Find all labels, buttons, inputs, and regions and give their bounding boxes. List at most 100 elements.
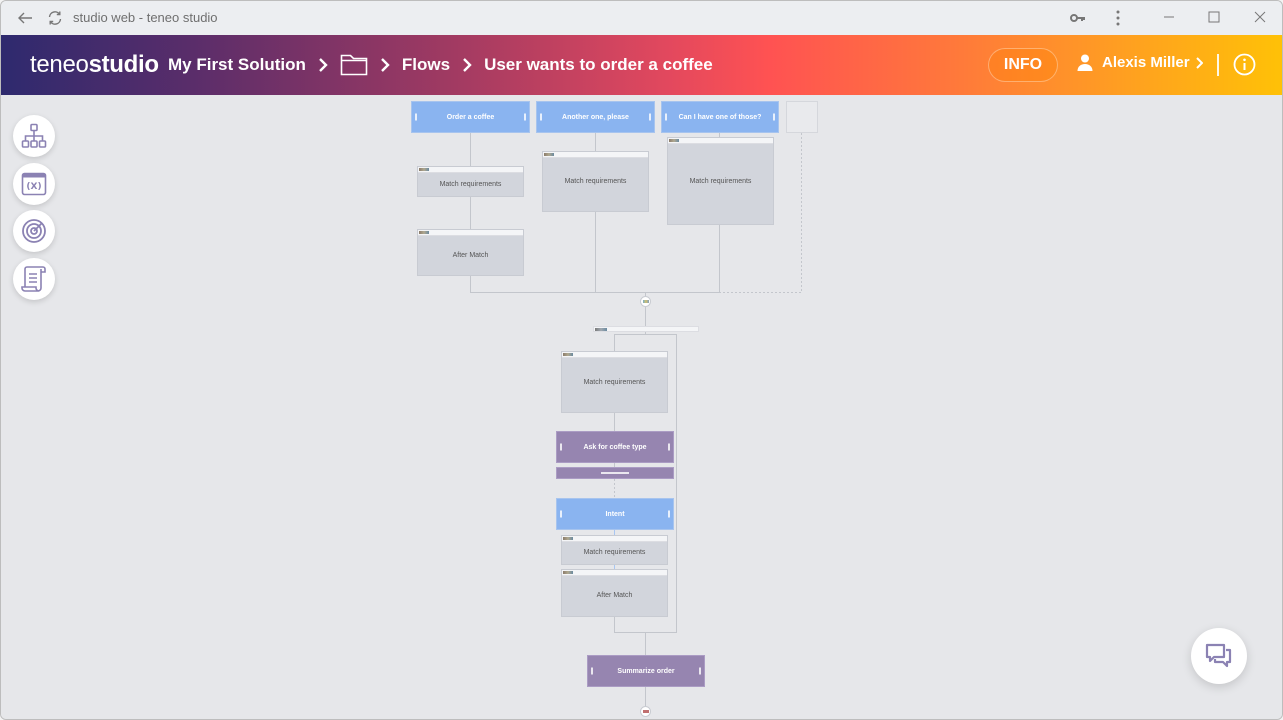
chat-button[interactable] bbox=[1191, 628, 1247, 684]
flow-end-node[interactable] bbox=[640, 706, 651, 717]
reload-icon bbox=[48, 11, 62, 25]
drag-handle[interactable] bbox=[699, 667, 701, 675]
breadcrumb-solution[interactable]: My First Solution bbox=[168, 55, 306, 75]
box-tag bbox=[563, 537, 573, 540]
back-button[interactable] bbox=[14, 7, 36, 29]
after-match-box[interactable]: After Match bbox=[561, 569, 668, 617]
box-tag bbox=[563, 353, 573, 356]
connector-line bbox=[614, 332, 646, 351]
drag-handle[interactable] bbox=[540, 113, 542, 121]
minimize-button[interactable] bbox=[1158, 6, 1180, 28]
user-input-label bbox=[601, 472, 629, 474]
teneo-studio-logo[interactable]: teneostudio bbox=[30, 51, 159, 79]
app-header: teneostudio My First Solution Flows User… bbox=[1, 35, 1282, 95]
about-button[interactable] bbox=[1233, 53, 1256, 81]
drag-handle[interactable] bbox=[591, 667, 593, 675]
box-header bbox=[562, 352, 667, 358]
more-vertical-icon bbox=[1116, 10, 1120, 26]
output-node[interactable]: Summarize order bbox=[587, 655, 705, 687]
breadcrumb-current-flow[interactable]: User wants to order a coffee bbox=[484, 55, 713, 75]
drag-handle[interactable] bbox=[665, 113, 667, 121]
drag-handle[interactable] bbox=[560, 443, 562, 451]
key-button[interactable] bbox=[1067, 7, 1089, 29]
user-name: Alexis Miller bbox=[1102, 54, 1190, 71]
output-label: Summarize order bbox=[617, 667, 675, 675]
flow-canvas[interactable]: (X) Order a coffee Another one, please C… bbox=[1, 95, 1282, 719]
box-header bbox=[418, 230, 523, 236]
drag-handle[interactable] bbox=[524, 113, 526, 121]
box-label: Match requirements bbox=[689, 177, 752, 185]
user-icon bbox=[1077, 54, 1093, 71]
reload-button[interactable] bbox=[44, 7, 66, 29]
chevron-right-icon bbox=[318, 57, 328, 73]
transition-node[interactable] bbox=[593, 326, 699, 332]
trigger-node[interactable]: Another one, please bbox=[536, 101, 655, 133]
match-requirements-box[interactable]: Match requirements bbox=[561, 535, 668, 565]
intent-label: Intent bbox=[605, 510, 625, 518]
sidebar-scripts-button[interactable] bbox=[13, 258, 55, 300]
trigger-label: Order a coffee bbox=[446, 113, 495, 121]
box-tag bbox=[419, 168, 429, 171]
maximize-icon bbox=[1208, 11, 1220, 23]
chevron-right-icon bbox=[462, 57, 472, 73]
after-match-box[interactable]: After Match bbox=[417, 229, 524, 276]
box-label: Match requirements bbox=[439, 180, 502, 188]
output-label: Ask for coffee type bbox=[583, 443, 647, 451]
flow-start-node[interactable] bbox=[640, 296, 651, 307]
add-trigger-placeholder[interactable] bbox=[786, 101, 818, 133]
chat-bubbles-icon bbox=[1205, 643, 1232, 668]
script-scroll-icon bbox=[21, 266, 46, 292]
match-requirements-box[interactable]: Match requirements bbox=[561, 351, 668, 413]
drag-handle[interactable] bbox=[773, 113, 775, 121]
box-label: After Match bbox=[596, 592, 633, 599]
target-icon bbox=[22, 219, 46, 243]
browser-title: studio web - teneo studio bbox=[73, 10, 218, 25]
drag-handle[interactable] bbox=[560, 510, 562, 518]
user-input-node[interactable] bbox=[556, 467, 674, 479]
app-window: studio web - teneo studio teneostudio My… bbox=[0, 0, 1283, 720]
drag-handle[interactable] bbox=[668, 510, 670, 518]
trigger-label: Another one, please bbox=[562, 113, 629, 121]
user-menu[interactable]: Alexis Miller bbox=[1077, 54, 1212, 71]
more-button[interactable] bbox=[1107, 7, 1129, 29]
breadcrumb-flows[interactable]: Flows bbox=[402, 55, 450, 75]
drag-handle[interactable] bbox=[668, 443, 670, 451]
intent-node[interactable]: Intent bbox=[556, 498, 674, 530]
drag-handle[interactable] bbox=[415, 113, 417, 121]
box-label: Match requirements bbox=[583, 378, 646, 386]
box-header bbox=[543, 152, 648, 158]
key-icon bbox=[1070, 14, 1085, 22]
sidebar-variables-button[interactable]: (X) bbox=[13, 163, 55, 205]
trigger-label: Can I have one of those? bbox=[678, 113, 762, 121]
breadcrumb: My First Solution Flows User wants to or… bbox=[168, 54, 713, 76]
breadcrumb-folder[interactable] bbox=[340, 54, 368, 76]
box-label: Match requirements bbox=[564, 178, 627, 185]
box-tag bbox=[669, 139, 679, 142]
output-node[interactable]: Ask for coffee type bbox=[556, 431, 674, 463]
minimize-icon bbox=[1164, 16, 1174, 18]
close-button[interactable] bbox=[1249, 6, 1271, 28]
match-requirements-box[interactable]: Match requirements bbox=[542, 151, 649, 212]
connector-line bbox=[614, 617, 646, 655]
info-circle-icon bbox=[1233, 53, 1256, 76]
chevron-right-icon bbox=[380, 57, 390, 73]
transition-tag bbox=[595, 328, 607, 331]
sidebar-targets-button[interactable] bbox=[13, 210, 55, 252]
box-tag bbox=[419, 231, 429, 234]
header-divider bbox=[1217, 54, 1219, 76]
sidebar-flow-structure-button[interactable] bbox=[13, 115, 55, 157]
trigger-node[interactable]: Can I have one of those? bbox=[661, 101, 779, 133]
variables-icon: (X) bbox=[21, 172, 47, 196]
start-indicator-icon bbox=[642, 300, 649, 303]
box-header bbox=[562, 570, 667, 576]
close-icon bbox=[1254, 11, 1266, 23]
hierarchy-icon bbox=[21, 123, 47, 148]
trigger-node[interactable]: Order a coffee bbox=[411, 101, 530, 133]
match-requirements-box[interactable]: Match requirements bbox=[667, 137, 774, 225]
info-button[interactable]: INFO bbox=[988, 48, 1058, 82]
maximize-button[interactable] bbox=[1203, 6, 1225, 28]
drag-handle[interactable] bbox=[649, 113, 651, 121]
box-header bbox=[562, 536, 667, 542]
match-requirements-box[interactable]: Match requirements bbox=[417, 166, 524, 197]
box-label: Match requirements bbox=[583, 549, 646, 556]
